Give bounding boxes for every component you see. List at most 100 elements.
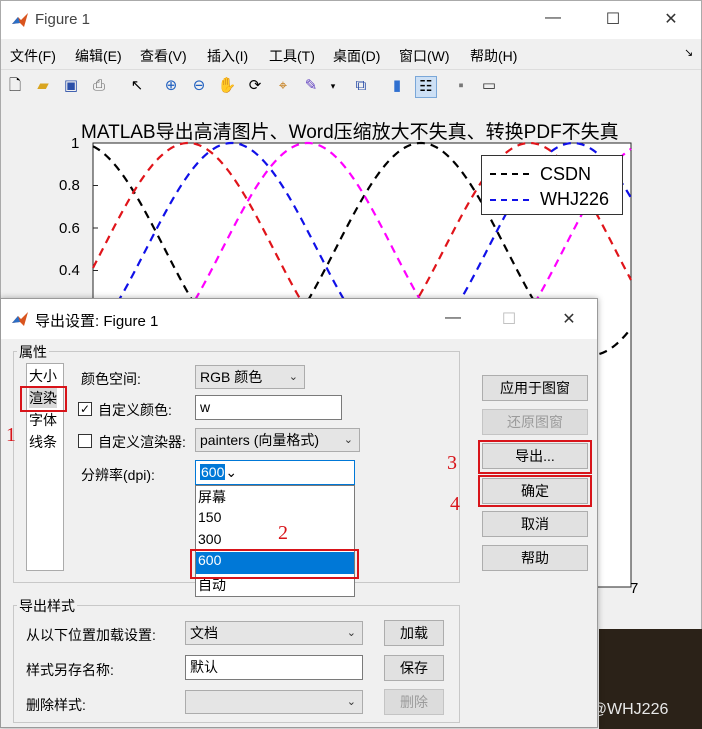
brush-icon[interactable]: ✎ — [301, 76, 321, 96]
dropdown-option[interactable]: 屏幕 — [198, 487, 226, 507]
link-icon[interactable]: ⧉ — [351, 76, 371, 96]
menu-edit[interactable]: 编辑(E) — [75, 46, 122, 66]
delete-style-label: 删除样式: — [26, 697, 86, 713]
dialog-close-button[interactable]: ✕ — [549, 309, 589, 329]
highlight-box — [478, 440, 592, 474]
matlab-logo-icon — [12, 312, 28, 326]
dialog-maximize-button: ☐ — [501, 311, 517, 328]
figure-title: Figure 1 — [35, 11, 91, 28]
annotation-number: 4 — [450, 493, 460, 515]
save-button[interactable]: 保存 — [384, 655, 444, 681]
matlab-logo-icon — [12, 13, 28, 27]
save-as-input[interactable]: 默认 — [185, 655, 363, 680]
load-value: 文档 — [190, 625, 218, 641]
color-space-label: 颜色空间: — [81, 371, 141, 387]
zoom-out-icon[interactable]: ⊖ — [189, 76, 209, 96]
resolution-dropdown-list: 屏幕 150 300 600 自动 — [195, 485, 355, 597]
open-folder-icon[interactable]: ▰ — [33, 76, 53, 96]
export-settings-dialog: 导出设置: Figure 1 — ☐ ✕ 属性 大小 渲染 字体 线条 颜色空间… — [0, 298, 598, 728]
annotation-number: 1 — [6, 424, 16, 446]
print-icon[interactable]: ⎙ — [89, 76, 109, 96]
dropdown-option[interactable]: 150 — [198, 509, 221, 525]
figure-toolbar: 🗋 ▰ ▣ ⎙ ↖ ⊕ ⊖ ✋ ⟳ ⌖ ✎ ▾ ⧉ ▮ ☷ ▪ ▭ — [1, 69, 701, 105]
cancel-button[interactable]: 取消 — [482, 511, 588, 537]
menu-bar: 文件(F) 编辑(E) 查看(V) 插入(I) 工具(T) 桌面(D) 窗口(W… — [1, 41, 701, 69]
legend-box[interactable]: CSDN WHJ226 — [481, 155, 623, 215]
chevron-down-icon: ⌄ — [343, 434, 353, 446]
highlight-box — [20, 386, 67, 412]
rotate-3d-icon[interactable]: ⟳ — [245, 76, 265, 96]
list-item[interactable]: 字体 — [29, 410, 57, 430]
highlight-box — [190, 549, 359, 579]
legend-icon[interactable]: ☷ — [415, 76, 437, 98]
menu-view[interactable]: 查看(V) — [140, 46, 187, 66]
menu-desktop[interactable]: 桌面(D) — [333, 46, 380, 66]
y-tick-label: 1 — [71, 135, 80, 152]
custom-renderer-checkbox[interactable] — [78, 434, 92, 448]
delete-button: 删除 — [384, 689, 444, 715]
delete-style-select[interactable]: ⌄ — [185, 690, 363, 714]
menu-help[interactable]: 帮助(H) — [470, 46, 517, 66]
resolution-label: 分辨率(dpi): — [81, 467, 155, 483]
custom-color-label: 自定义颜色: — [98, 402, 172, 418]
brush-dropdown-icon[interactable]: ▾ — [323, 76, 343, 96]
save-as-label: 样式另存名称: — [26, 662, 114, 678]
save-icon[interactable]: ▣ — [61, 76, 81, 96]
figure-title-bar: Figure 1 — ☐ ✕ — [1, 1, 701, 39]
annotation-number: 2 — [278, 522, 288, 544]
chevron-down-icon: ⌄ — [346, 696, 356, 708]
renderer-value: painters (向量格式) — [200, 432, 320, 448]
renderer-select[interactable]: painters (向量格式) ⌄ — [195, 428, 360, 452]
custom-renderer-label: 自定义渲染器: — [98, 434, 186, 450]
menu-insert[interactable]: 插入(I) — [207, 46, 248, 66]
restore-figure-button: 还原图窗 — [482, 409, 588, 435]
custom-color-input[interactable]: w — [195, 395, 342, 420]
zoom-in-icon[interactable]: ⊕ — [161, 76, 181, 96]
data-cursor-icon[interactable]: ⌖ — [273, 76, 293, 96]
y-tick-label: 0.8 — [59, 177, 80, 194]
highlight-box — [478, 475, 592, 507]
maximize-button[interactable]: ☐ — [593, 9, 633, 29]
legend-label: CSDN — [540, 164, 592, 184]
dialog-minimize-button[interactable]: — — [433, 309, 473, 327]
pan-hand-icon[interactable]: ✋ — [217, 76, 237, 96]
custom-color-checkbox[interactable]: ✓ — [78, 402, 92, 416]
menu-window[interactable]: 窗口(W) — [399, 46, 450, 66]
legend-label: WHJ226 — [540, 189, 610, 209]
chevron-down-icon: ⌄ — [288, 371, 298, 383]
chevron-down-icon: ⌄ — [346, 627, 356, 639]
list-item[interactable]: 线条 — [29, 432, 57, 452]
chevron-down-icon: ⌄ — [225, 464, 238, 480]
dock-arrow-icon[interactable]: ↘ — [684, 46, 693, 59]
list-item[interactable]: 大小 — [29, 366, 57, 386]
show-plot-tools-icon[interactable]: ▭ — [479, 76, 499, 96]
menu-tools[interactable]: 工具(T) — [269, 46, 315, 66]
hide-plot-tools-icon[interactable]: ▪ — [451, 76, 471, 96]
colorbar-icon[interactable]: ▮ — [387, 76, 407, 96]
pointer-icon[interactable]: ↖ — [127, 76, 147, 96]
load-select[interactable]: 文档 ⌄ — [185, 621, 363, 645]
dropdown-option[interactable]: 300 — [198, 531, 221, 547]
close-button[interactable]: ✕ — [651, 9, 691, 29]
resolution-combobox[interactable]: 600⌄ — [195, 460, 355, 485]
resolution-value: 600 — [200, 464, 226, 480]
help-button[interactable]: 帮助 — [482, 545, 588, 571]
dialog-title-bar: 导出设置: Figure 1 — ☐ ✕ — [1, 299, 597, 339]
legend-line-icon — [490, 173, 532, 201]
new-file-icon[interactable]: 🗋 — [5, 76, 25, 96]
color-space-select[interactable]: RGB 颜色 ⌄ — [195, 365, 305, 389]
dialog-title: 导出设置: Figure 1 — [35, 313, 159, 330]
apply-to-figure-button[interactable]: 应用于图窗 — [482, 375, 588, 401]
load-button[interactable]: 加载 — [384, 620, 444, 646]
minimize-button[interactable]: — — [533, 9, 573, 27]
properties-group-label: 属性 — [17, 342, 49, 362]
export-styles-group-label: 导出样式 — [17, 596, 77, 616]
annotation-number: 3 — [447, 452, 457, 474]
load-label: 从以下位置加载设置: — [26, 627, 156, 643]
x-tick-label: 7 — [630, 580, 639, 597]
y-tick-label: 0.6 — [59, 220, 80, 237]
y-tick-label: 0.4 — [59, 262, 80, 279]
menu-file[interactable]: 文件(F) — [10, 46, 56, 66]
plot-title: MATLAB导出高清图片、Word压缩放大不失真、转换PDF不失真 — [81, 122, 619, 143]
color-space-value: RGB 颜色 — [200, 369, 263, 385]
